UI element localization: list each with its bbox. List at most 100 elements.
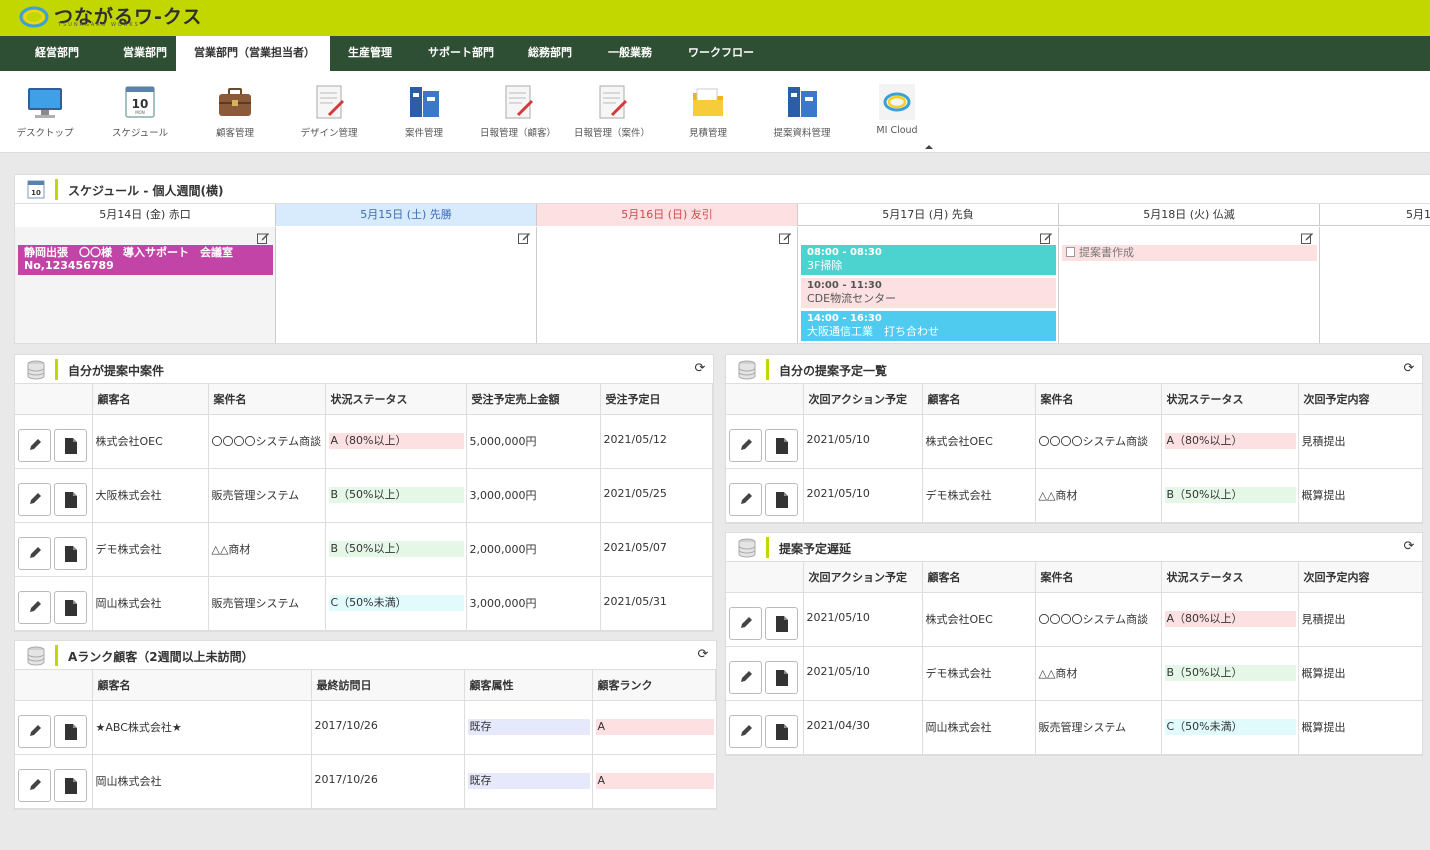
report-pen-icon xyxy=(592,83,632,121)
nav-tab-sales-rep[interactable]: 営業部門（営業担当者） xyxy=(176,36,330,71)
detail-button[interactable] xyxy=(54,714,87,748)
report-pen-icon xyxy=(498,83,538,121)
app-daily-report-customer[interactable]: 日報管理（顧客） xyxy=(471,83,565,139)
edit-button[interactable] xyxy=(18,482,51,516)
edit-button[interactable] xyxy=(729,714,762,748)
column-header[interactable]: 顧客属性 xyxy=(464,670,593,701)
edit-button[interactable] xyxy=(729,428,762,462)
app-desktop[interactable]: デスクトップ xyxy=(0,83,92,139)
detail-button[interactable] xyxy=(54,536,87,570)
column-header[interactable]: 受注予定売上金額 xyxy=(466,384,601,415)
detail-button[interactable] xyxy=(765,660,798,694)
nav-tab-general-affairs[interactable]: 総務部門 xyxy=(510,36,590,71)
brand-ring-icon xyxy=(18,5,50,29)
detail-button[interactable] xyxy=(765,428,798,462)
column-header[interactable]: 案件名 xyxy=(208,384,326,415)
top-bar: つながるワ-クス TSUNAGARU WORKS xyxy=(0,0,1430,36)
schedule-event[interactable]: 静岡出張 〇〇様 導入サポート 会議室No,123456789 xyxy=(18,245,273,275)
schedule-day-4[interactable]: 5月18日 (火) 仏滅 xyxy=(1059,204,1320,226)
app-customer-management[interactable]: 顧客管理 xyxy=(188,83,282,139)
schedule-day-0[interactable]: 5月14日 (金) 赤口 xyxy=(15,204,276,226)
schedule-cell-4[interactable]: 提案書作成 xyxy=(1059,227,1320,343)
refresh-icon[interactable]: ⟳ xyxy=(693,362,707,376)
app-estimate-management[interactable]: 見積管理 xyxy=(661,83,755,139)
detail-button[interactable] xyxy=(54,428,87,462)
column-header[interactable]: 次回アクション予定 xyxy=(803,384,923,415)
nav-tab-management[interactable]: 経営部門 xyxy=(0,36,114,71)
detail-button[interactable] xyxy=(54,590,87,624)
schedule-cell-2[interactable] xyxy=(537,227,798,343)
schedule-event[interactable]: 08:00 - 08:30 3F掃除 xyxy=(801,245,1056,275)
refresh-icon[interactable]: ⟳ xyxy=(1402,362,1416,376)
status-badge: A（80%以上） xyxy=(328,432,464,449)
edit-note-icon[interactable] xyxy=(1301,232,1313,244)
nav-tab-sales[interactable]: 営業部門 xyxy=(114,36,176,71)
app-mi-cloud[interactable]: MI Cloud xyxy=(850,83,944,136)
app-proposal-material-management[interactable]: 提案資料管理 xyxy=(755,83,849,139)
column-header[interactable]: 次回予定内容 xyxy=(1298,562,1422,593)
schedule-event[interactable]: 14:00 - 16:30 大阪通信工業 打ち合わせ xyxy=(801,311,1056,341)
column-header[interactable]: 顧客ランク xyxy=(592,670,716,701)
edit-note-icon[interactable] xyxy=(779,232,791,244)
edit-button[interactable] xyxy=(18,714,51,748)
detail-button[interactable] xyxy=(54,768,87,802)
schedule-cell-3[interactable]: 08:00 - 08:30 3F掃除 10:00 - 11:30 CDE物流セン… xyxy=(798,227,1059,343)
status-badge: B（50%以上） xyxy=(1164,486,1296,503)
edit-note-icon[interactable] xyxy=(518,232,530,244)
detail-button[interactable] xyxy=(765,606,798,640)
column-header[interactable]: 次回予定内容 xyxy=(1298,384,1422,415)
rank-badge: A xyxy=(595,772,714,789)
nav-tab-production[interactable]: 生産管理 xyxy=(330,36,410,71)
detail-button[interactable] xyxy=(765,714,798,748)
edit-button[interactable] xyxy=(18,536,51,570)
table-row: 株式会社OEC 〇〇〇〇システム商談 A（80%以上） 5,000,000円 2… xyxy=(15,414,713,469)
edit-note-icon[interactable] xyxy=(1040,232,1052,244)
edit-note-icon[interactable] xyxy=(257,232,269,244)
column-header[interactable]: 顧客名 xyxy=(922,384,1036,415)
app-design-management[interactable]: デザイン管理 xyxy=(282,83,376,139)
column-header[interactable]: 案件名 xyxy=(1035,384,1162,415)
schedule-day-2[interactable]: 5月16日 (日) 友引 xyxy=(537,204,798,226)
column-header[interactable]: 状況ステータス xyxy=(1161,562,1299,593)
edit-button[interactable] xyxy=(18,590,51,624)
edit-button[interactable] xyxy=(18,428,51,462)
nav-tab-general-work[interactable]: 一般業務 xyxy=(590,36,670,71)
detail-button[interactable] xyxy=(765,482,798,516)
app-project-management[interactable]: 案件管理 xyxy=(377,83,471,139)
app-schedule[interactable]: 10 MON スケジュール xyxy=(93,83,187,139)
schedule-event[interactable]: 10:00 - 11:30 CDE物流センター xyxy=(801,278,1056,308)
column-header[interactable]: 顧客名 xyxy=(92,670,312,701)
desktop-icon xyxy=(25,83,65,121)
column-header[interactable]: 受注予定日 xyxy=(600,384,713,415)
column-header[interactable]: 状況ステータス xyxy=(325,384,467,415)
edit-button[interactable] xyxy=(18,768,51,802)
my-plans-title: 自分の提案予定一覧 xyxy=(779,364,888,378)
refresh-icon[interactable]: ⟳ xyxy=(696,648,710,662)
column-header[interactable]: 案件名 xyxy=(1035,562,1162,593)
column-header[interactable]: 次回アクション予定 xyxy=(803,562,923,593)
edit-button[interactable] xyxy=(729,482,762,516)
calendar-icon: 10 MON xyxy=(120,83,160,121)
column-header[interactable]: 状況ステータス xyxy=(1161,384,1299,415)
schedule-event[interactable]: 提案書作成 xyxy=(1062,245,1317,261)
edit-button[interactable] xyxy=(729,606,762,640)
schedule-day-5[interactable]: 5月19日 (水) 大安 xyxy=(1320,204,1430,226)
detail-button[interactable] xyxy=(54,482,87,516)
attribute-badge: 既存 xyxy=(467,772,590,789)
column-header[interactable]: 顧客名 xyxy=(922,562,1036,593)
schedule-cell-5[interactable] xyxy=(1320,227,1430,343)
app-daily-report-project[interactable]: 日報管理（案件） xyxy=(565,83,659,139)
nav-tab-workflow[interactable]: ワークフロー xyxy=(670,36,770,71)
column-header[interactable]: 最終訪問日 xyxy=(311,670,465,701)
schedule-day-1[interactable]: 5月15日 (土) 先勝 xyxy=(276,204,537,226)
refresh-icon[interactable]: ⟳ xyxy=(1402,540,1416,554)
column-header[interactable]: 顧客名 xyxy=(92,384,209,415)
schedule-cell-1[interactable] xyxy=(276,227,537,343)
schedule-day-3[interactable]: 5月17日 (月) 先負 xyxy=(798,204,1059,226)
schedule-cell-0[interactable]: 静岡出張 〇〇様 導入サポート 会議室No,123456789 xyxy=(15,227,276,343)
collapse-caret-icon[interactable] xyxy=(925,145,933,149)
nav-tab-support[interactable]: サポート部門 xyxy=(410,36,510,71)
delayed-plans-table: 次回アクション予定 顧客名 案件名 状況ステータス 次回予定内容 2021/05… xyxy=(726,562,1422,755)
edit-button[interactable] xyxy=(729,660,762,694)
svg-text:10: 10 xyxy=(31,189,41,197)
